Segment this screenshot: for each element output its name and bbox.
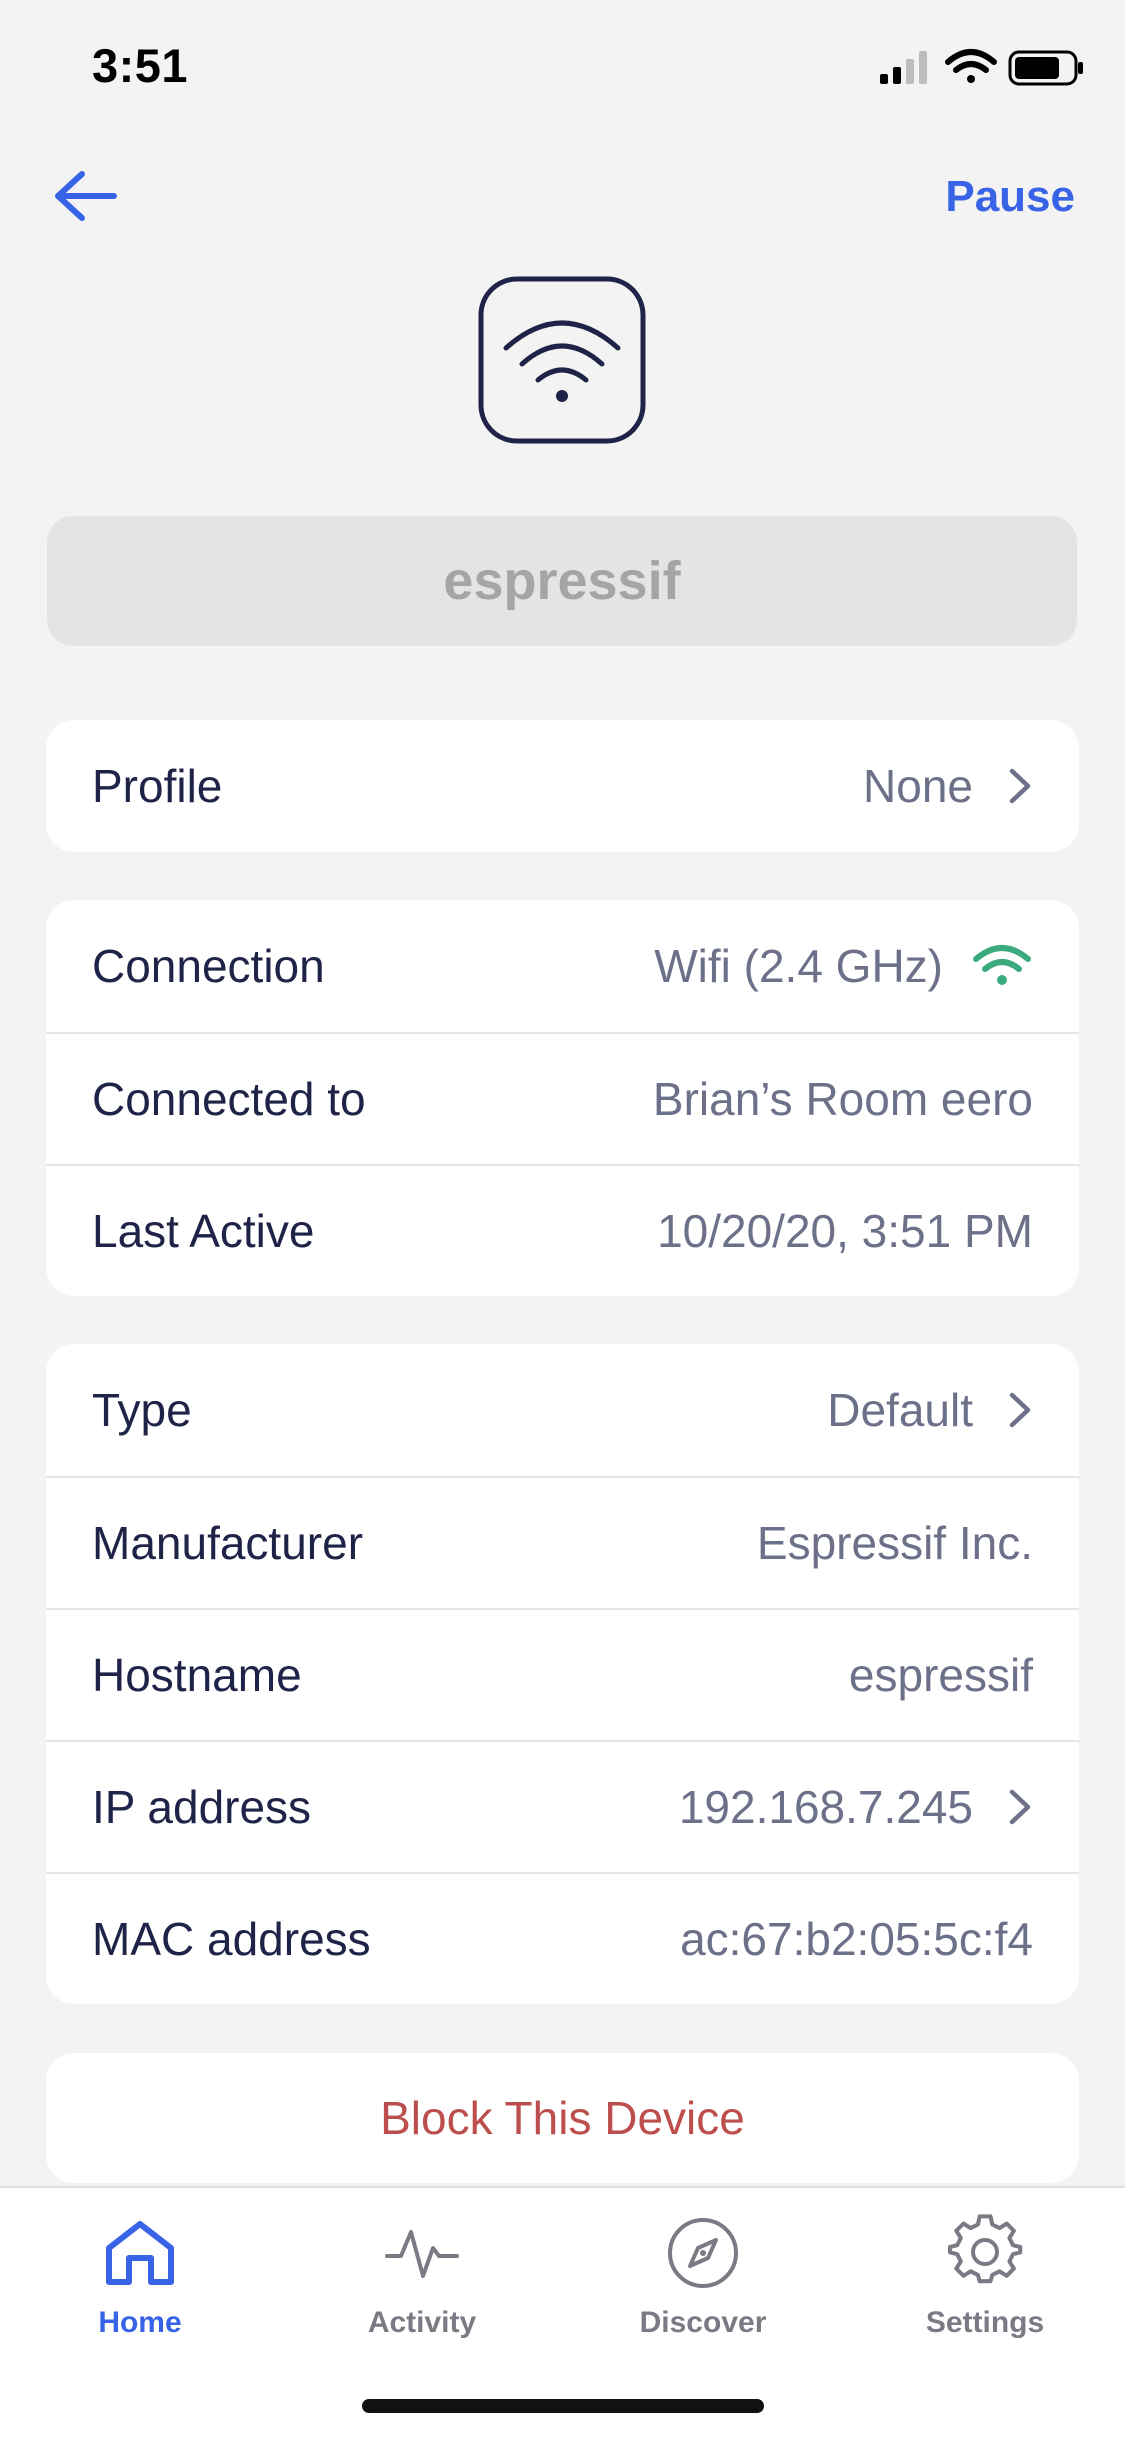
mac-address-row: MAC address ac:67:b2:05:5c:f4 [46,1872,1079,2004]
connection-card: Connection Wifi (2.4 GHz) Connected to B… [46,900,1079,1296]
status-icons [880,49,1083,86]
ip-address-value: 192.168.7.245 [678,1781,973,1833]
hostname-label: Hostname [92,1649,302,1701]
tab-discover[interactable]: Discover [603,2188,803,2358]
hostname-value: espressif [848,1649,1033,1701]
type-row[interactable]: Type Default [46,1344,1079,1476]
type-label: Type [92,1384,192,1436]
manufacturer-value: Espressif Inc. [756,1517,1033,1569]
block-device-label: Block This Device [380,2092,745,2144]
tab-discover-label: Discover [639,2306,767,2339]
ip-address-label: IP address [92,1781,312,1833]
last-active-row: Last Active 10/20/20, 3:51 PM [46,1164,1079,1296]
tab-home-label: Home [98,2306,182,2339]
tab-activity-label: Activity [367,2306,477,2339]
mac-address-label: MAC address [92,1913,371,1965]
tab-activity[interactable]: Activity [322,2188,522,2358]
last-active-label: Last Active [92,1205,315,1257]
wifi-device-icon [478,276,646,444]
hostname-row: Hostname espressif [46,1608,1079,1740]
gear-icon [947,2214,1023,2284]
back-arrow-icon[interactable] [50,164,122,228]
profile-row[interactable]: Profile None [46,720,1079,852]
device-name-field[interactable]: espressif [47,516,1077,646]
tab-settings[interactable]: Settings [885,2188,1085,2358]
compass-icon [668,2218,738,2288]
connection-value: Wifi (2.4 GHz) [654,940,943,992]
manufacturer-row: Manufacturer Espressif Inc. [46,1476,1079,1608]
tab-home[interactable]: Home [40,2188,240,2358]
block-device-button[interactable]: Block This Device [46,2053,1079,2183]
home-icon [106,2221,174,2285]
profile-label: Profile [92,760,223,812]
home-indicator[interactable] [362,2399,764,2413]
profile-card: Profile None [46,720,1079,852]
connected-to-value: Brian’s Room eero [652,1073,1033,1125]
manufacturer-label: Manufacturer [92,1517,364,1569]
chevron-right-icon [1009,768,1031,804]
pause-button[interactable]: Pause [945,172,1075,222]
wifi-signal-icon [973,945,1031,985]
profile-value: None [863,760,973,812]
type-value: Default [827,1384,973,1436]
ip-address-row[interactable]: IP address 192.168.7.245 [46,1740,1079,1872]
chevron-right-icon [1009,1392,1031,1428]
battery-icon [1008,50,1083,86]
wifi-status-icon [945,49,997,83]
status-time: 3:51 [92,39,189,92]
activity-icon [385,2230,459,2278]
chevron-right-icon [1009,1789,1031,1825]
connection-label: Connection [92,940,325,992]
connected-to-label: Connected to [92,1073,366,1125]
tab-settings-label: Settings [925,2306,1045,2339]
details-card: Type Default Manufacturer Espressif Inc.… [46,1344,1079,2004]
last-active-value: 10/20/20, 3:51 PM [657,1205,1033,1257]
connection-row: Connection Wifi (2.4 GHz) [46,900,1079,1032]
signal-icon [880,51,927,84]
mac-address-value: ac:67:b2:05:5c:f4 [680,1913,1033,1965]
connected-to-row: Connected to Brian’s Room eero [46,1032,1079,1164]
